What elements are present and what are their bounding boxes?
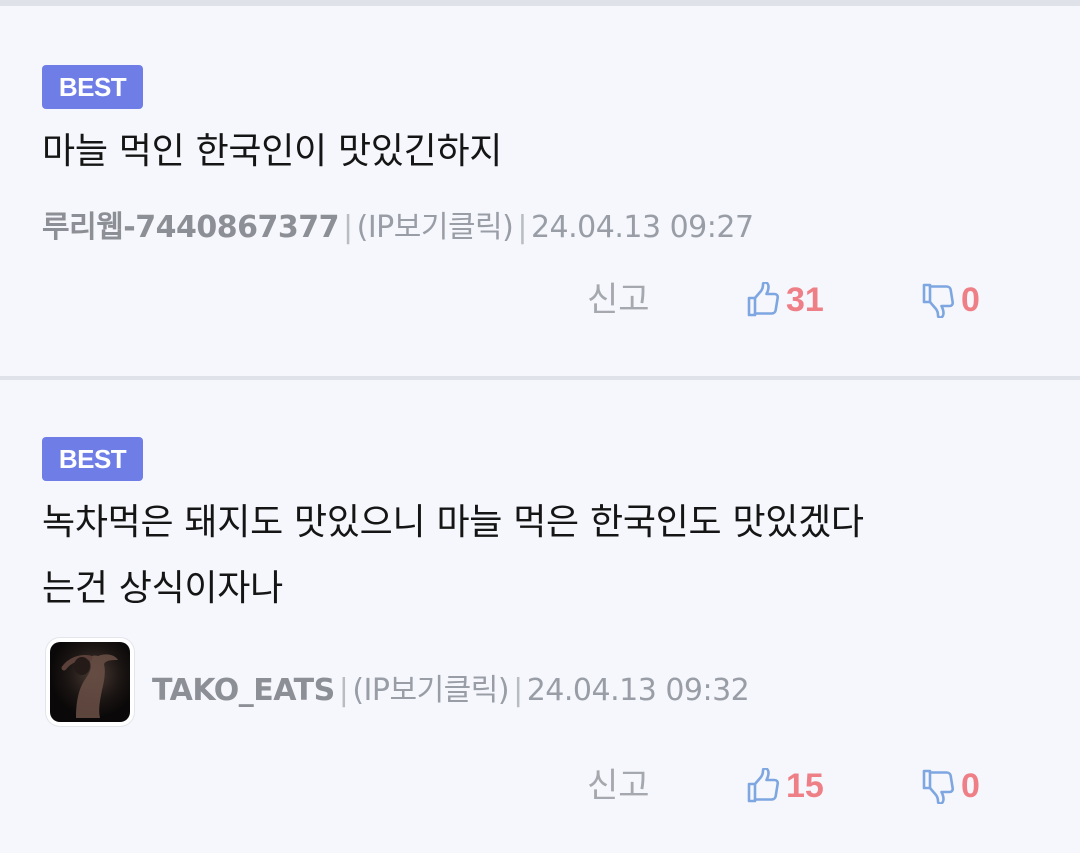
best-badge: BEST	[42, 65, 143, 109]
comment-text-line: 는건 상식이자나	[42, 568, 283, 609]
dislike-count: 0	[961, 767, 980, 805]
author-name[interactable]: TAKO_EATS	[152, 673, 335, 708]
report-button[interactable]: 신고	[587, 280, 650, 320]
thumbs-down-icon	[921, 282, 955, 318]
comment-text: 마늘 먹인 한국인이 맛있긴하지	[42, 131, 503, 172]
report-button[interactable]: 신고	[587, 766, 650, 806]
author-name[interactable]: 루리웹-7440867377	[42, 210, 340, 245]
best-badge: BEST	[42, 437, 143, 481]
like-button[interactable]: 15	[746, 766, 824, 806]
comment-text: 녹차먹은 돼지도 맛있으니 마늘 먹은 한국인도 맛있겠다 는건 상식이자나	[42, 490, 1032, 622]
meta-separator: |	[343, 210, 353, 245]
comment-meta: 루리웹-7440867377 | (IP보기클릭) | 24.04.13 09:27	[42, 202, 754, 246]
comment-meta: TAKO_EATS | (IP보기클릭) | 24.04.13 09:32	[152, 665, 750, 709]
comment-timestamp: 24.04.13 09:27	[530, 210, 754, 245]
like-count: 31	[786, 281, 824, 319]
meta-separator: |	[517, 210, 527, 245]
avatar[interactable]	[46, 638, 134, 726]
dislike-count: 0	[961, 281, 980, 319]
meta-separator: |	[338, 673, 349, 708]
dislike-button[interactable]: 0	[921, 766, 980, 806]
comment-timestamp: 24.04.13 09:32	[526, 673, 750, 708]
meta-separator: |	[513, 673, 523, 708]
comment-item: BEST 녹차먹은 돼지도 맛있으니 마늘 먹은 한국인도 맛있겠다 는건 상식…	[0, 380, 1080, 853]
like-button[interactable]: 31	[746, 280, 824, 320]
comment-item: BEST 마늘 먹인 한국인이 맛있긴하지 루리웹-7440867377 | (IP…	[0, 6, 1080, 378]
thumbs-up-icon	[746, 282, 780, 318]
dislike-button[interactable]: 0	[921, 280, 980, 320]
thumbs-down-icon	[921, 768, 955, 804]
ip-view-link[interactable]: (IP보기클릭)	[357, 210, 514, 245]
comment-text-line: 녹차먹은 돼지도 맛있으니 마늘 먹은 한국인도 맛있겠다	[42, 502, 864, 543]
thumbs-up-icon	[746, 768, 780, 804]
ip-view-link[interactable]: (IP보기클릭)	[352, 673, 509, 708]
like-count: 15	[786, 767, 824, 805]
